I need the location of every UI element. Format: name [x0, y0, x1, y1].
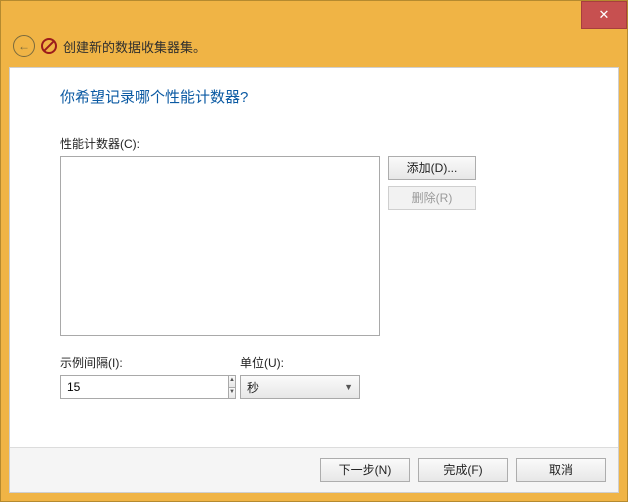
back-arrow-icon: ← [18, 39, 30, 53]
spinner-down[interactable]: ▼ [228, 387, 236, 400]
page-heading: 你希望记录哪个性能计数器? [60, 86, 568, 107]
unit-select[interactable]: 秒 ▼ [240, 375, 360, 399]
next-button[interactable]: 下一步(N) [320, 458, 410, 482]
interval-label: 示例间隔(I): [60, 354, 200, 371]
finish-button[interactable]: 完成(F) [418, 458, 508, 482]
content-body: 你希望记录哪个性能计数器? 性能计数器(C): 添加(D)... 删除(R) 示… [10, 68, 618, 447]
close-button[interactable]: ✕ [581, 1, 627, 29]
chevron-down-icon: ▼ [344, 382, 353, 392]
interval-row: 示例间隔(I): ▲ ▼ 单位(U): 秒 ▼ [60, 354, 568, 399]
counters-listbox[interactable] [60, 156, 380, 336]
deny-icon [41, 38, 57, 54]
back-button[interactable]: ← [13, 35, 35, 57]
interval-spinner: ▲ ▼ [60, 375, 200, 399]
counters-row: 添加(D)... 删除(R) [60, 156, 568, 336]
header-row: ← 创建新的数据收集器集。 [1, 29, 627, 67]
footer: 下一步(N) 完成(F) 取消 [10, 447, 618, 492]
remove-button: 删除(R) [388, 186, 476, 210]
cancel-button[interactable]: 取消 [516, 458, 606, 482]
unit-label: 单位(U): [240, 354, 360, 371]
spinner-up[interactable]: ▲ [228, 375, 236, 387]
unit-value: 秒 [247, 379, 259, 396]
wizard-title: 创建新的数据收集器集。 [63, 37, 206, 56]
add-button[interactable]: 添加(D)... [388, 156, 476, 180]
close-icon: ✕ [599, 7, 610, 23]
unit-column: 单位(U): 秒 ▼ [240, 354, 360, 399]
interval-input[interactable] [60, 375, 228, 399]
interval-column: 示例间隔(I): ▲ ▼ [60, 354, 200, 399]
wizard-window: ✕ ← 创建新的数据收集器集。 你希望记录哪个性能计数器? 性能计数器(C): … [0, 0, 628, 502]
spinner-buttons: ▲ ▼ [228, 375, 236, 399]
content-panel: 你希望记录哪个性能计数器? 性能计数器(C): 添加(D)... 删除(R) 示… [9, 67, 619, 493]
titlebar: ✕ [1, 1, 627, 29]
counters-button-column: 添加(D)... 删除(R) [388, 156, 476, 210]
counters-label: 性能计数器(C): [60, 135, 568, 152]
